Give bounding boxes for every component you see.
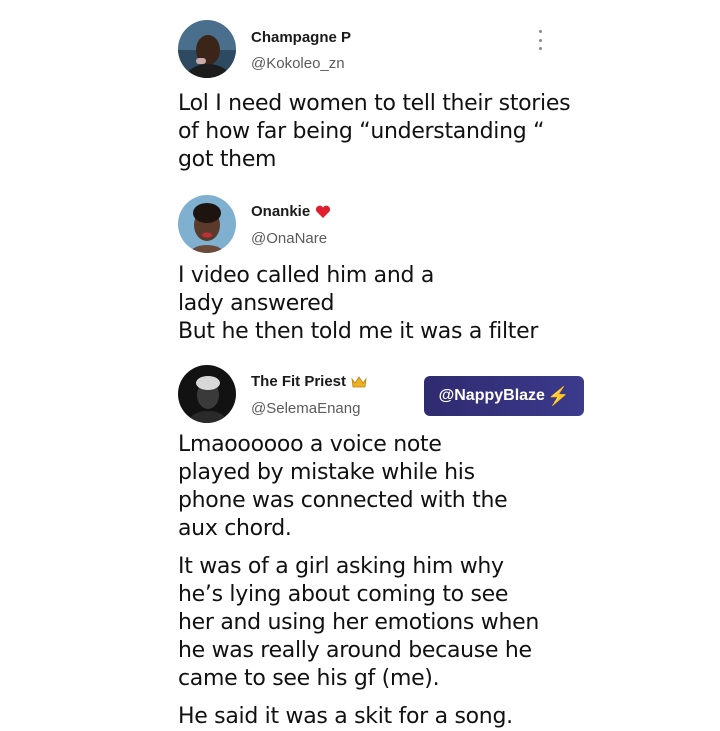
display-name[interactable]: The Fit Priest [251, 373, 367, 390]
avatar[interactable] [178, 365, 236, 423]
post-text: Lmaoooooo a voice note played by mistake… [178, 432, 539, 729]
avatar[interactable] [178, 195, 236, 253]
post-text: I video called him and a lady answered B… [178, 263, 539, 344]
display-name[interactable]: Onankie [251, 203, 331, 220]
post-text: Lol I need women to tell their stories o… [178, 91, 571, 172]
watermark-badge: @NappyBlaze ⚡ [424, 376, 584, 416]
crown-icon [351, 375, 367, 387]
handle[interactable]: @Kokoleo_zn [251, 55, 345, 72]
lightning-icon: ⚡ [546, 385, 570, 406]
avatar[interactable] [178, 20, 236, 78]
heart-icon [316, 205, 331, 218]
display-name[interactable]: Champagne P [251, 29, 351, 46]
handle[interactable]: @SelemaEnang [251, 400, 360, 417]
handle[interactable]: @OnaNare [251, 230, 327, 247]
more-vertical-icon[interactable] [536, 30, 544, 50]
